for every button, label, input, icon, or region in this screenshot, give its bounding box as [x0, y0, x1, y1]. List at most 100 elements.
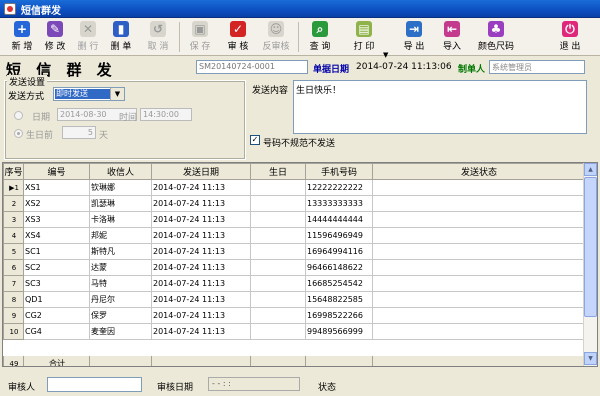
status-cell[interactable] — [372, 179, 586, 196]
col-recipient[interactable]: 收信人 — [89, 163, 152, 180]
phone-cell[interactable]: 11596496949 — [305, 227, 373, 244]
send-date-cell[interactable]: 2014-07-24 11:13 — [151, 179, 251, 196]
recipient-cell[interactable]: 保罗 — [89, 307, 152, 324]
row-header[interactable]: ▶1 — [3, 179, 24, 196]
status-cell[interactable] — [372, 195, 586, 212]
phone-cell[interactable]: 16964994116 — [305, 243, 373, 260]
col-phone[interactable]: 手机号码 — [305, 163, 373, 180]
status-cell[interactable] — [372, 275, 586, 292]
scroll-up-icon[interactable]: ▲ — [584, 163, 597, 176]
recipient-cell[interactable]: 马特 — [89, 275, 152, 292]
date-radio[interactable] — [14, 111, 23, 120]
row-header[interactable]: 8 — [3, 291, 24, 308]
send-date-cell[interactable]: 2014-07-24 11:13 — [151, 323, 251, 340]
birthday-cell[interactable] — [250, 243, 306, 260]
birthday-radio[interactable] — [14, 129, 23, 138]
days-field[interactable]: 5 — [62, 126, 96, 139]
code-cell[interactable]: CG2 — [23, 307, 90, 324]
send-date-cell[interactable]: 2014-07-24 11:13 — [151, 243, 251, 260]
row-header[interactable]: 3 — [3, 211, 24, 228]
send-date-cell[interactable]: 2014-07-24 11:13 — [151, 227, 251, 244]
unaudit-button[interactable]: ☺ 反审核 — [258, 20, 294, 53]
table-row[interactable]: 2 XS2 凯瑟琳 2014-07-24 11:13 13333333333 — [3, 195, 586, 212]
message-textarea[interactable]: 生日快乐！ — [293, 80, 587, 134]
code-cell[interactable]: XS3 — [23, 211, 90, 228]
code-cell[interactable]: XS2 — [23, 195, 90, 212]
chevron-down-icon[interactable]: ▼ — [110, 88, 124, 100]
scroll-thumb[interactable] — [584, 177, 597, 317]
color-size-button[interactable]: ♣ 颜色尺码 — [472, 20, 520, 53]
print-dropdown-icon[interactable]: ▼ — [383, 51, 388, 59]
row-header[interactable]: 4 — [3, 227, 24, 244]
status-cell[interactable] — [372, 259, 586, 276]
skip-invalid-checkbox[interactable]: ✓ — [250, 135, 260, 145]
table-row[interactable]: 4 XS4 邦妮 2014-07-24 11:13 11596496949 — [3, 227, 586, 244]
phone-cell[interactable]: 14444444444 — [305, 211, 373, 228]
table-row[interactable]: 5 SC1 斯特凡 2014-07-24 11:13 16964994116 — [3, 243, 586, 260]
birthday-cell[interactable] — [250, 323, 306, 340]
code-cell[interactable]: CG4 — [23, 323, 90, 340]
table-row[interactable]: 3 XS3 卡洛琳 2014-07-24 11:13 14444444444 — [3, 211, 586, 228]
recipient-cell[interactable]: 钦琳娜 — [89, 179, 152, 196]
table-row[interactable]: 6 SC2 达蒙 2014-07-24 11:13 96466148622 — [3, 259, 586, 276]
print-button[interactable]: ▤ 打 印 — [346, 20, 382, 53]
maker-field[interactable]: 系统管理员 — [489, 60, 585, 74]
birthday-cell[interactable] — [250, 211, 306, 228]
code-cell[interactable]: SC2 — [23, 259, 90, 276]
row-header[interactable]: 10 — [3, 323, 24, 340]
delete-row-button[interactable]: ✕ 删 行 — [70, 20, 106, 53]
scroll-down-icon[interactable]: ▼ — [584, 352, 597, 365]
send-mode-select[interactable]: 即时发送 ▼ — [53, 87, 125, 101]
cancel-button[interactable]: ↺ 取 消 — [140, 20, 176, 53]
phone-cell[interactable]: 16685254542 — [305, 275, 373, 292]
recipient-cell[interactable]: 达蒙 — [89, 259, 152, 276]
delete-doc-button[interactable]: ▮ 删 单 — [103, 20, 139, 53]
col-code[interactable]: 编号 — [23, 163, 90, 180]
save-button[interactable]: ▣ 保 存 — [182, 20, 218, 53]
doc-number-field[interactable]: SM20140724-0001 — [196, 60, 308, 74]
recipient-cell[interactable]: 斯特凡 — [89, 243, 152, 260]
audit-date-field[interactable]: - - : : — [208, 377, 300, 391]
recipient-cell[interactable]: 丹尼尔 — [89, 291, 152, 308]
status-cell[interactable] — [372, 211, 586, 228]
send-date-cell[interactable]: 2014-07-24 11:13 — [151, 211, 251, 228]
birthday-cell[interactable] — [250, 275, 306, 292]
table-row[interactable]: 10 CG4 麦奎因 2014-07-24 11:13 99489566999 — [3, 323, 586, 340]
code-cell[interactable]: XS4 — [23, 227, 90, 244]
col-status[interactable]: 发送状态 — [372, 163, 586, 180]
phone-cell[interactable]: 16998522266 — [305, 307, 373, 324]
phone-cell[interactable]: 12222222222 — [305, 179, 373, 196]
row-header[interactable]: 7 — [3, 275, 24, 292]
status-cell[interactable] — [372, 323, 586, 340]
edit-button[interactable]: ✎ 修 改 — [37, 20, 73, 53]
table-row[interactable]: 9 CG2 保罗 2014-07-24 11:13 16998522266 — [3, 307, 586, 324]
col-index[interactable]: 序号 — [3, 163, 24, 180]
row-header[interactable]: 6 — [3, 259, 24, 276]
birthday-cell[interactable] — [250, 227, 306, 244]
status-cell[interactable] — [372, 307, 586, 324]
vertical-scrollbar[interactable]: ▲ ▼ — [583, 163, 597, 366]
auditor-field[interactable] — [47, 377, 142, 392]
phone-cell[interactable]: 13333333333 — [305, 195, 373, 212]
row-header[interactable]: 9 — [3, 307, 24, 324]
send-date-cell[interactable]: 2014-07-24 11:13 — [151, 195, 251, 212]
phone-cell[interactable]: 96466148622 — [305, 259, 373, 276]
birthday-cell[interactable] — [250, 307, 306, 324]
recipient-cell[interactable]: 邦妮 — [89, 227, 152, 244]
birthday-cell[interactable] — [250, 259, 306, 276]
import-button[interactable]: ⇤ 导入 — [434, 20, 470, 53]
phone-cell[interactable]: 15648822585 — [305, 291, 373, 308]
code-cell[interactable]: QD1 — [23, 291, 90, 308]
audit-button[interactable]: ✓ 审 核 — [220, 20, 256, 53]
code-cell[interactable]: SC1 — [23, 243, 90, 260]
recipient-cell[interactable]: 凯瑟琳 — [89, 195, 152, 212]
row-header[interactable]: 2 — [3, 195, 24, 212]
time-field[interactable]: 14:30:00 — [140, 108, 192, 121]
table-row[interactable]: ▶1 XS1 钦琳娜 2014-07-24 11:13 12222222222 — [3, 179, 586, 196]
recipient-cell[interactable]: 麦奎因 — [89, 323, 152, 340]
export-button[interactable]: ⇥ 导 出 — [396, 20, 432, 53]
row-header[interactable]: 5 — [3, 243, 24, 260]
send-date-cell[interactable]: 2014-07-24 11:13 — [151, 307, 251, 324]
code-cell[interactable]: XS1 — [23, 179, 90, 196]
col-send-date[interactable]: 发送日期 — [151, 163, 251, 180]
